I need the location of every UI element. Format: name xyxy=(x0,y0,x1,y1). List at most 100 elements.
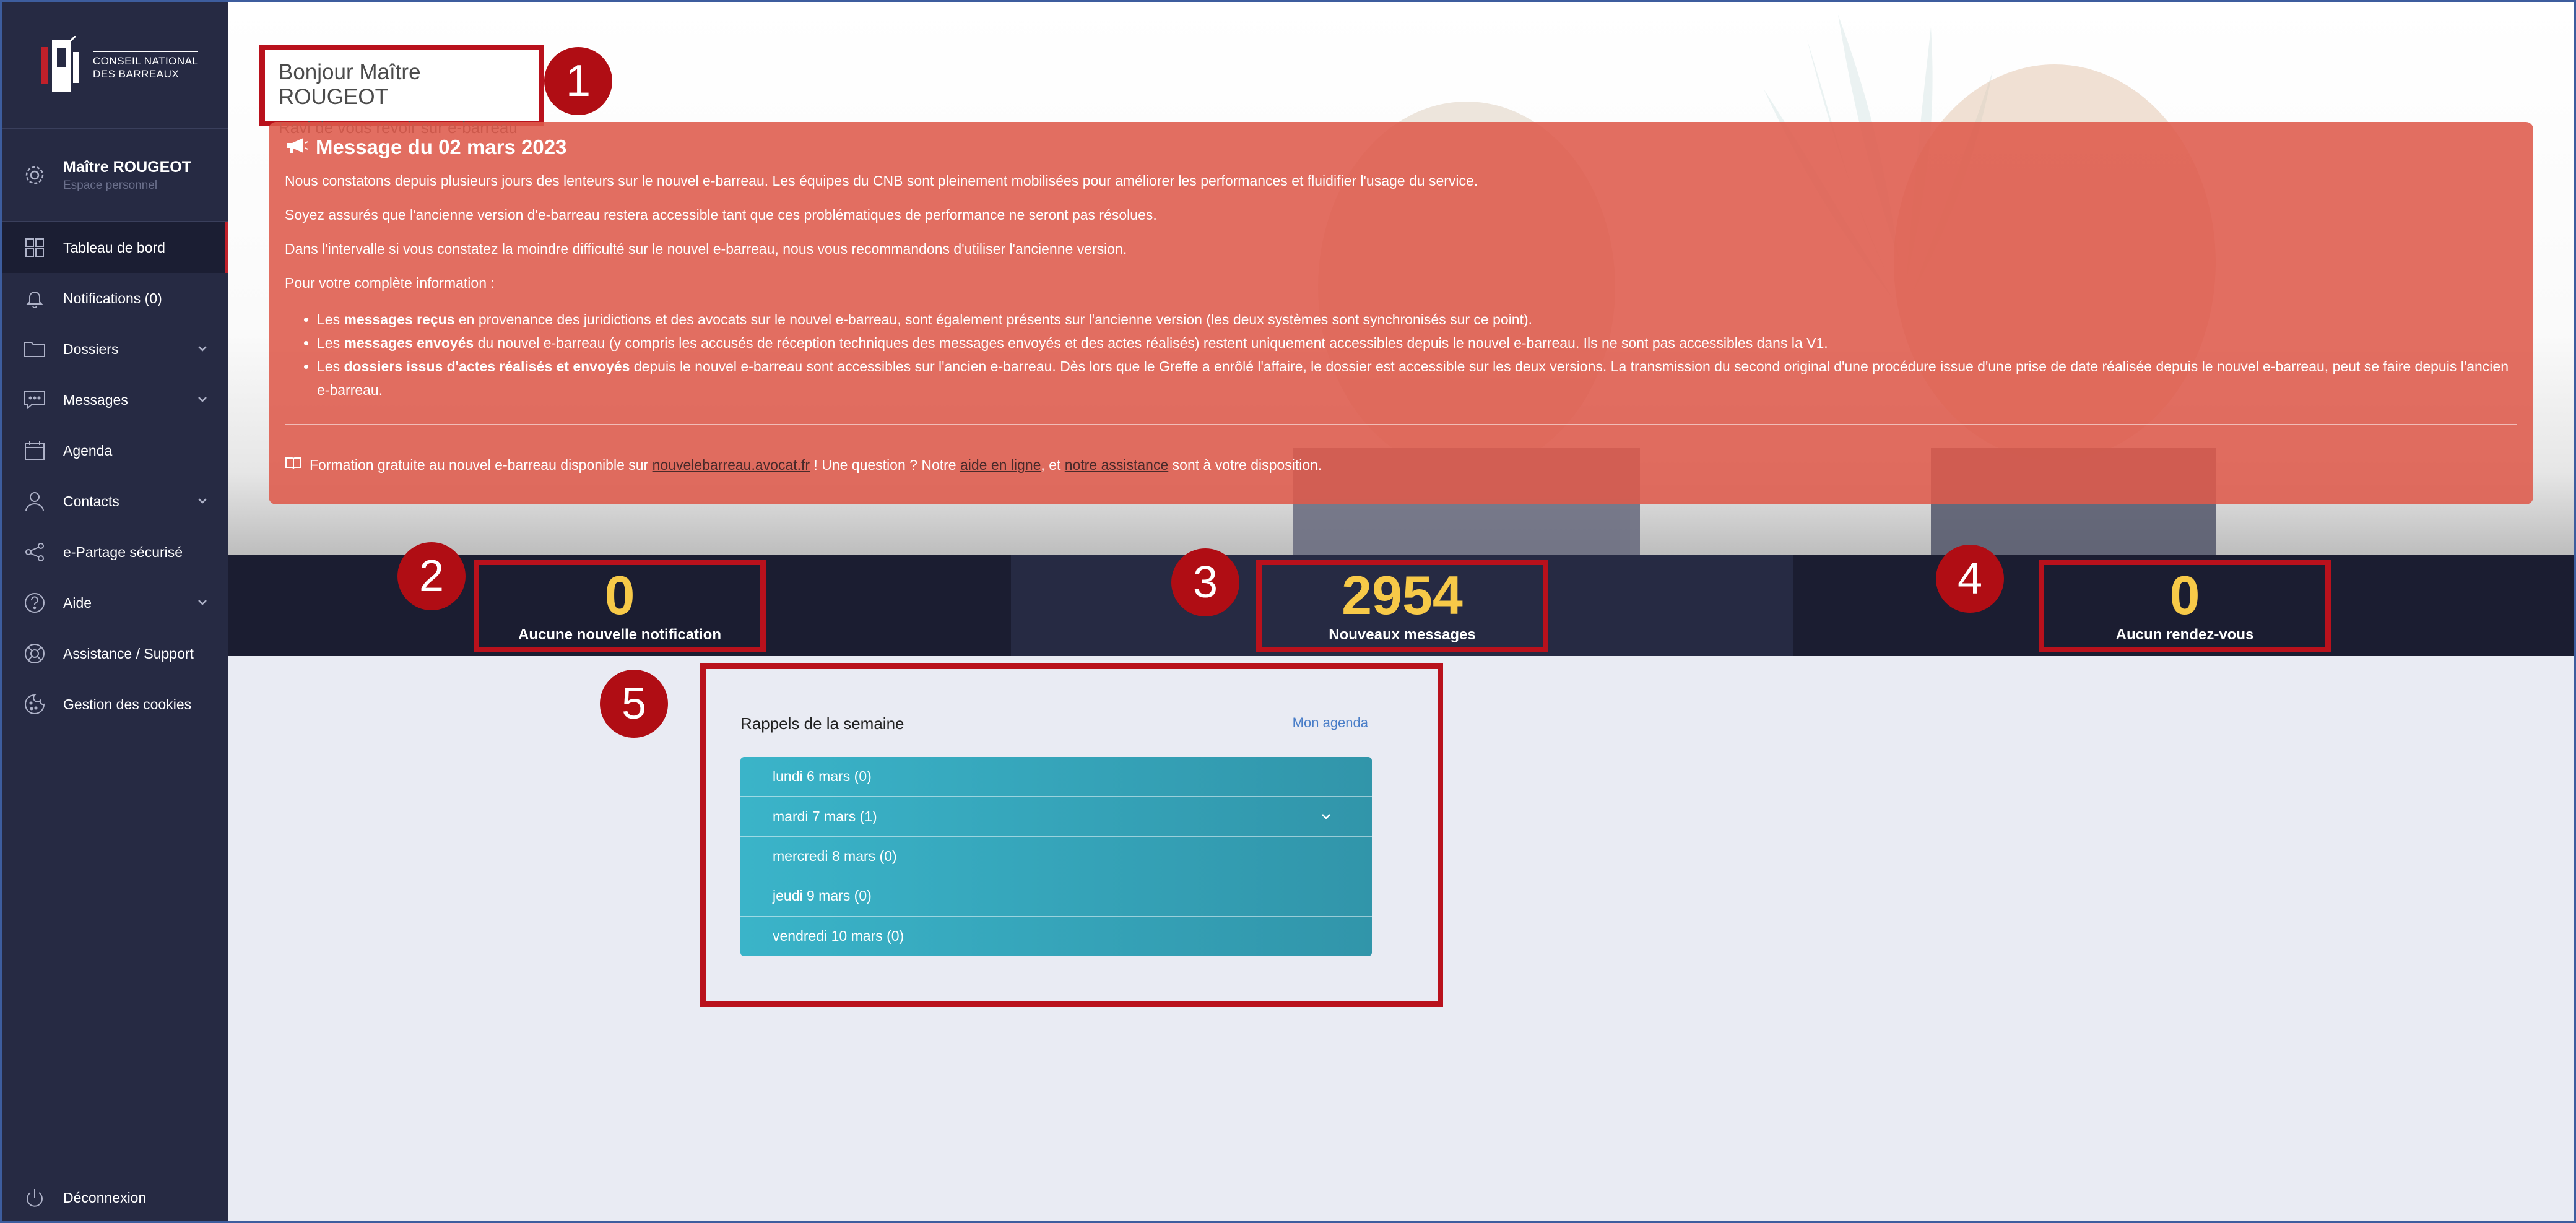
alert-divider xyxy=(285,424,2517,425)
support-icon xyxy=(22,641,47,666)
formation-link[interactable]: nouvelebarreau.avocat.fr xyxy=(653,457,810,473)
stat-label: Aucune nouvelle notification xyxy=(518,626,722,643)
logout-button[interactable]: Déconnexion xyxy=(2,1176,228,1219)
li-bold: messages envoyés xyxy=(344,335,474,351)
megaphone-icon xyxy=(285,136,308,159)
rappels-title: Rappels de la semaine xyxy=(740,714,904,733)
stat-label: Aucun rendez-vous xyxy=(2115,626,2254,643)
alert-list-item: Les messages envoyés du nouvel e-barreau… xyxy=(317,331,2517,355)
message-icon xyxy=(22,387,47,412)
sidebar-item-aide[interactable]: Aide xyxy=(2,577,228,628)
sidebar-item-dossiers[interactable]: Dossiers xyxy=(2,324,228,374)
help-icon xyxy=(22,590,47,615)
rappels-panel: Rappels de la semaine Mon agenda lundi 6… xyxy=(700,663,1443,1007)
sidebar-item-label: Tableau de bord xyxy=(63,239,165,256)
greeting-title: Bonjour Maître ROUGEOT xyxy=(279,60,421,109)
alert-paragraph-1: Nous constatons depuis plusieurs jours d… xyxy=(285,173,1478,189)
annotation-marker-3: 3 xyxy=(1171,548,1239,616)
chevron-down-icon xyxy=(1322,814,1330,820)
alert-paragraph-3: Dans l'intervalle si vous constatez la m… xyxy=(285,241,1127,257)
alert-message: Message du 02 mars 2023 Nous constatons … xyxy=(269,122,2533,504)
sidebar-item-label: Assistance / Support xyxy=(63,645,194,662)
calendar-icon xyxy=(22,438,47,463)
footer-text: , et xyxy=(1041,456,1065,473)
stat-rendez-vous[interactable]: 0 Aucun rendez-vous xyxy=(1793,555,2574,656)
alert-list: Les messages reçus en provenance des jur… xyxy=(317,308,2517,402)
hero-banner: Bonjour Maître ROUGEOT Ravi de vous revo… xyxy=(228,2,2574,555)
li-text: depuis le nouvel e-barreau sont accessib… xyxy=(317,358,2509,398)
li-text: Les xyxy=(317,335,344,351)
alert-title-row: Message du 02 mars 2023 xyxy=(285,136,2517,159)
sidebar-item-contacts[interactable]: Contacts xyxy=(2,476,228,527)
dashboard-icon xyxy=(22,235,47,260)
logo-text: CONSEIL NATIONAL DES BARREAUX xyxy=(93,50,199,80)
assistance-link[interactable]: notre assistance xyxy=(1065,457,1168,473)
sidebar-item-label: Agenda xyxy=(63,442,113,459)
rappels-list: lundi 6 mars (0) mardi 7 mars (1) mercre… xyxy=(740,757,1372,956)
chevron-down-icon xyxy=(198,397,207,402)
annotation-marker-4: 4 xyxy=(1936,545,2004,613)
rappel-day-row[interactable]: jeudi 9 mars (0) xyxy=(740,876,1372,917)
sidebar-item-label: Aide xyxy=(63,594,92,611)
chevron-down-icon xyxy=(198,346,207,352)
book-icon xyxy=(285,456,302,473)
rappel-day-label: mardi 7 mars (1) xyxy=(773,808,877,824)
gear-icon xyxy=(22,163,47,188)
footer-text: sont à votre disposition. xyxy=(1168,456,1322,473)
alert-list-item: Les messages reçus en provenance des jur… xyxy=(317,308,2517,331)
annotation-marker-5: 5 xyxy=(600,670,668,738)
sidebar-item-agenda[interactable]: Agenda xyxy=(2,425,228,476)
footer-text: Formation gratuite au nouvel e-barreau d… xyxy=(310,456,653,473)
user-name: Maître ROUGEOT xyxy=(63,158,191,176)
stat-value: 0 xyxy=(2169,564,2200,626)
alert-footer: Formation gratuite au nouvel e-barreau d… xyxy=(285,456,2517,473)
rappel-day-row[interactable]: lundi 6 mars (0) xyxy=(740,757,1372,797)
app-window: CONSEIL NATIONAL DES BARREAUX Maître ROU… xyxy=(0,0,2576,1223)
sidebar-item-label: Notifications (0) xyxy=(63,290,162,306)
sidebar-item-assistance[interactable]: Assistance / Support xyxy=(2,628,228,679)
rappel-day-row[interactable]: mardi 7 mars (1) xyxy=(740,797,1372,837)
main-content: Bonjour Maître ROUGEOT Ravi de vous revo… xyxy=(228,2,2574,1221)
share-icon xyxy=(22,540,47,564)
sidebar-nav: Tableau de bord Notifications (0) Dossie… xyxy=(2,222,228,730)
logo-line1: CONSEIL NATIONAL xyxy=(93,54,199,67)
sidebar-item-messages[interactable]: Messages xyxy=(2,374,228,425)
user-icon xyxy=(22,489,47,514)
logo-line2: DES BARREAUX xyxy=(93,67,180,80)
stat-box: 0 Aucun rendez-vous xyxy=(2039,559,2331,652)
power-icon xyxy=(22,1186,47,1211)
rappel-day-row[interactable]: mercredi 8 mars (0) xyxy=(740,837,1372,877)
stats-bar: 0 Aucune nouvelle notification 2954 Nouv… xyxy=(228,555,2574,656)
li-text: Les xyxy=(317,358,344,374)
aide-en-ligne-link[interactable]: aide en ligne xyxy=(960,457,1041,473)
footer-text: ! Une question ? Notre xyxy=(810,456,960,473)
folder-icon xyxy=(22,337,47,361)
chevron-down-icon xyxy=(198,600,207,605)
annotation-marker-1: 1 xyxy=(544,47,612,115)
sidebar-item-cookies[interactable]: Gestion des cookies xyxy=(2,679,228,730)
sidebar: CONSEIL NATIONAL DES BARREAUX Maître ROU… xyxy=(2,2,228,1221)
logo[interactable]: CONSEIL NATIONAL DES BARREAUX xyxy=(2,2,228,129)
sidebar-item-tableau-de-bord[interactable]: Tableau de bord xyxy=(2,222,228,273)
stat-messages[interactable]: 2954 Nouveaux messages xyxy=(1011,555,1793,656)
alert-list-item: Les dossiers issus d'actes réalisés et e… xyxy=(317,355,2517,402)
alert-title: Message du 02 mars 2023 xyxy=(316,136,567,158)
sidebar-item-label: e-Partage sécurisé xyxy=(63,543,183,560)
mon-agenda-link[interactable]: Mon agenda xyxy=(1293,715,1368,731)
chevron-down-icon xyxy=(198,498,207,504)
sidebar-item-label: Messages xyxy=(63,391,128,408)
user-profile[interactable]: Maître ROUGEOT Espace personnel xyxy=(2,129,228,222)
stat-box: 2954 Nouveaux messages xyxy=(1256,559,1548,652)
sidebar-item-e-partage[interactable]: e-Partage sécurisé xyxy=(2,527,228,577)
cnb-logo-icon xyxy=(38,35,85,95)
li-text: du nouvel e-barreau (y compris les accus… xyxy=(474,335,1828,351)
li-bold: messages reçus xyxy=(344,311,455,327)
sidebar-item-notifications[interactable]: Notifications (0) xyxy=(2,273,228,324)
alert-paragraph-4: Pour votre complète information : xyxy=(285,275,495,291)
annotation-marker-2: 2 xyxy=(397,542,466,610)
stat-notifications[interactable]: 0 Aucune nouvelle notification xyxy=(228,555,1011,656)
li-text: Les xyxy=(317,311,344,327)
user-subtitle: Espace personnel xyxy=(63,178,158,192)
rappel-day-row[interactable]: vendredi 10 mars (0) xyxy=(740,917,1372,956)
sidebar-item-label: Gestion des cookies xyxy=(63,696,192,712)
